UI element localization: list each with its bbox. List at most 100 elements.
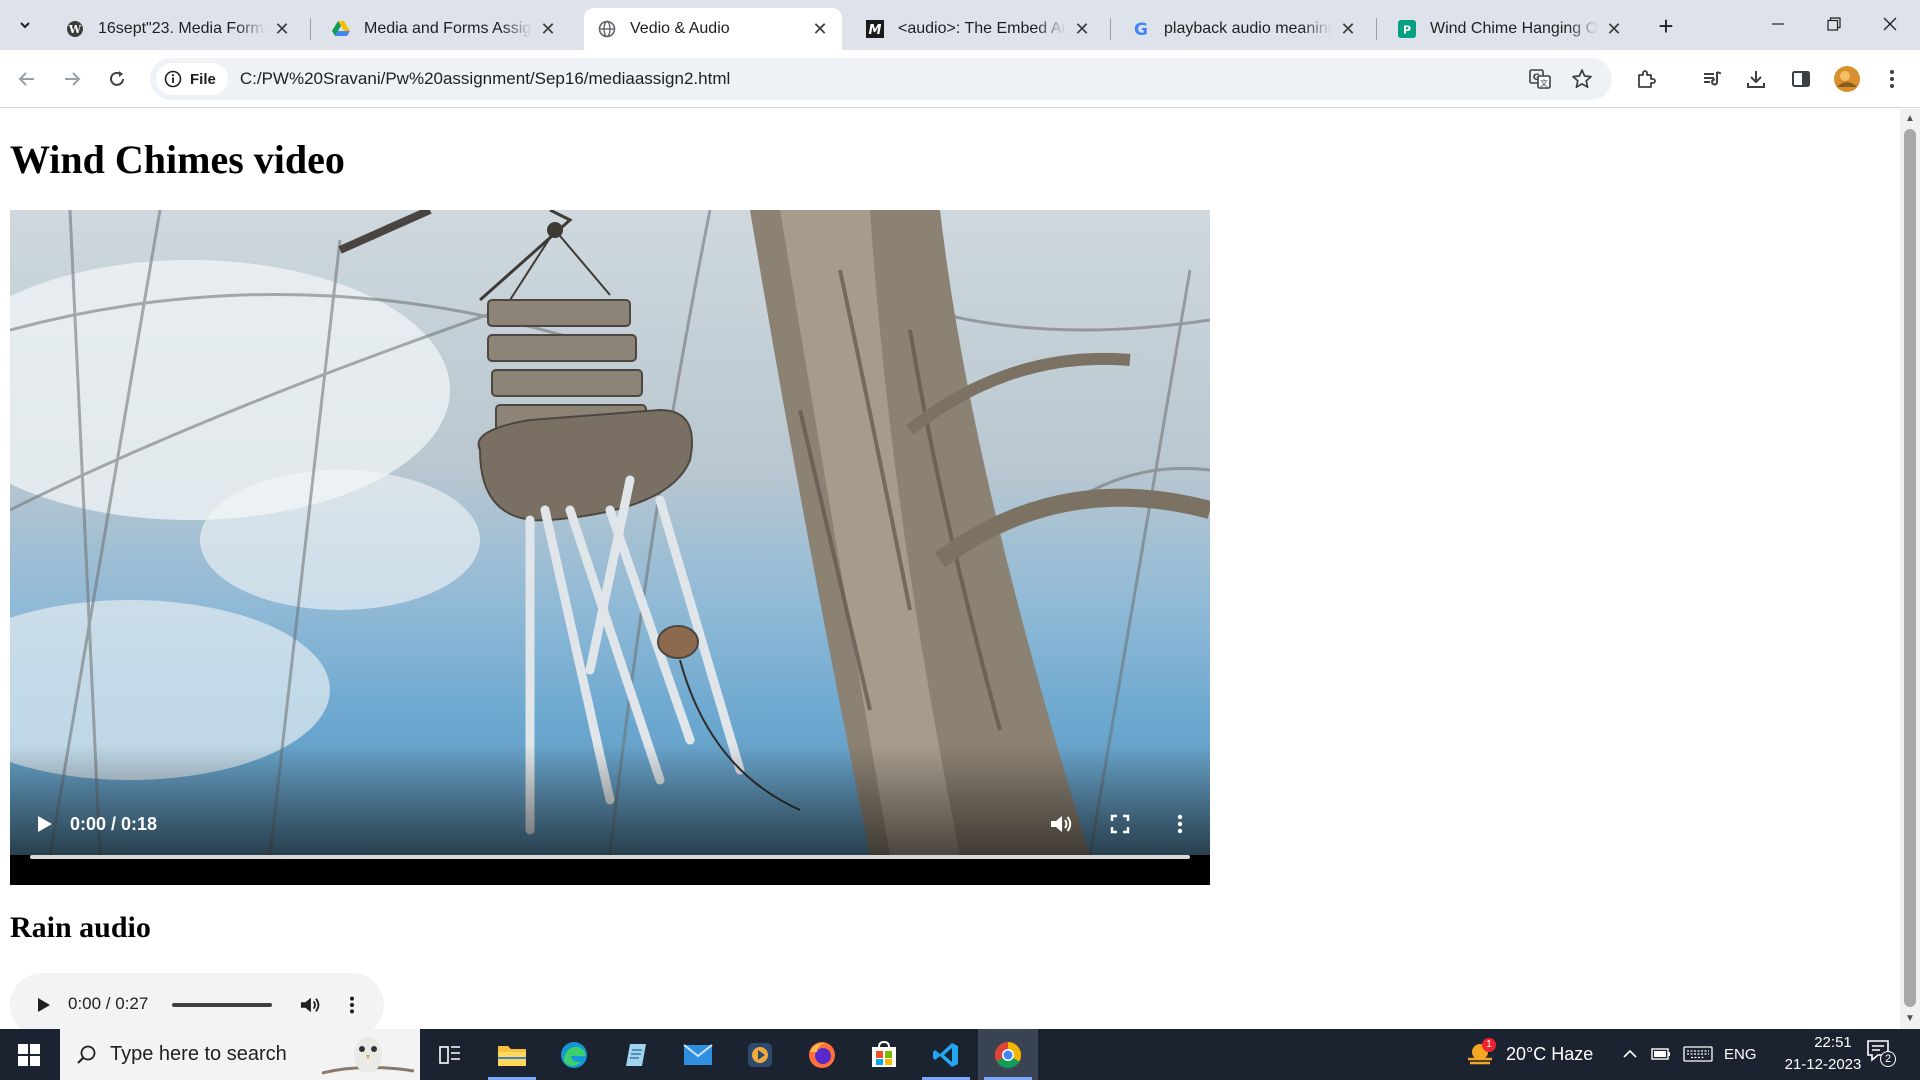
- chrome-app[interactable]: [978, 1029, 1038, 1080]
- close-icon[interactable]: ✕: [1604, 19, 1624, 39]
- owl-illustration-icon: [322, 1037, 414, 1075]
- tab-separator: [1376, 18, 1377, 40]
- mdn-icon: M: [866, 20, 884, 38]
- video-mute-button[interactable]: [1046, 809, 1076, 839]
- vscode-app[interactable]: [916, 1029, 976, 1080]
- tab-media-forms[interactable]: W 16sept"23. Media Forms, M ✕: [52, 8, 304, 50]
- tab-pexels[interactable]: P Wind Chime Hanging On A ✕: [1384, 8, 1636, 50]
- svg-text:M: M: [869, 23, 882, 38]
- forward-button[interactable]: [55, 62, 89, 96]
- task-view-button[interactable]: [420, 1029, 480, 1080]
- back-button[interactable]: [10, 62, 44, 96]
- edge-app[interactable]: [544, 1029, 604, 1080]
- weather-badge: 1: [1482, 1038, 1496, 1052]
- svg-text:G: G: [1134, 20, 1148, 38]
- weather-widget[interactable]: 1 20°C Haze: [1462, 1029, 1602, 1080]
- notepad-app[interactable]: [606, 1029, 666, 1080]
- store-icon: [872, 1040, 896, 1067]
- tab-media-assignment[interactable]: Media and Forms Assignm ✕: [318, 8, 570, 50]
- minimize-button[interactable]: [1750, 0, 1806, 48]
- notification-count: 2: [1880, 1051, 1896, 1067]
- globe-icon: [598, 20, 616, 38]
- video-player[interactable]: 0:00 / 0:18: [10, 210, 1210, 885]
- close-icon[interactable]: ✕: [538, 19, 558, 39]
- notifications-button[interactable]: 2: [1866, 1039, 1902, 1071]
- edge-icon: [561, 1041, 587, 1068]
- task-view-icon: [439, 1045, 460, 1064]
- media-control-icon[interactable]: [1696, 63, 1728, 95]
- side-panel-icon[interactable]: [1785, 63, 1817, 95]
- chevron-up-icon[interactable]: [1622, 1047, 1638, 1061]
- tab-google-search[interactable]: G playback audio meaning - ✕: [1118, 8, 1370, 50]
- reload-button[interactable]: [100, 62, 134, 96]
- download-icon[interactable]: [1740, 63, 1772, 95]
- tab-search-button[interactable]: [10, 8, 40, 42]
- page-content: Wind Chimes video 0:00 / 0:18 Rain audio…: [0, 109, 1900, 1029]
- video-seek-bar[interactable]: [30, 855, 1190, 859]
- google-icon: G: [1132, 20, 1150, 38]
- close-icon[interactable]: ✕: [1338, 19, 1358, 39]
- video-options-button[interactable]: [1165, 809, 1195, 839]
- plus-icon: +: [1658, 10, 1674, 41]
- clock-time[interactable]: 22:51: [1790, 1034, 1876, 1051]
- notepad-icon: [626, 1043, 646, 1066]
- menu-kebab-icon: [350, 996, 354, 1014]
- scrollbar-thumb[interactable]: [1904, 129, 1916, 1007]
- svg-text:P: P: [1403, 24, 1411, 37]
- new-tab-button[interactable]: +: [1650, 10, 1682, 42]
- tab-video-audio[interactable]: Vedio & Audio ✕: [584, 8, 842, 50]
- menu-kebab-icon[interactable]: [1876, 63, 1908, 95]
- play-icon: [38, 816, 52, 832]
- scroll-down-arrow-icon[interactable]: ▼: [1904, 1013, 1916, 1025]
- tab-title: Vedio & Audio: [630, 20, 730, 37]
- clock-date[interactable]: 21-12-2023: [1770, 1056, 1876, 1073]
- video-fullscreen-button[interactable]: [1105, 809, 1135, 839]
- tab-title: <audio>: The Embed Audio: [898, 20, 1066, 37]
- vscode-icon: [933, 1042, 958, 1067]
- language-indicator[interactable]: ENG: [1724, 1046, 1757, 1063]
- audio-heading: Rain audio: [10, 911, 151, 944]
- close-icon[interactable]: ✕: [810, 19, 830, 39]
- audio-options-button[interactable]: [338, 991, 366, 1019]
- tab-title: Wind Chime Hanging On A: [1430, 20, 1598, 37]
- extensions-icon[interactable]: [1630, 63, 1662, 95]
- pexels-icon: P: [1398, 20, 1416, 38]
- microsoft-store-app[interactable]: [854, 1029, 914, 1080]
- media-player-app[interactable]: [730, 1029, 790, 1080]
- chrome-icon: [994, 1041, 1022, 1068]
- windows-taskbar: Type here to search 1 20°C Haze ENG 22:5…: [0, 1029, 1920, 1080]
- mail-app[interactable]: [668, 1029, 728, 1080]
- windows-icon: [18, 1043, 40, 1066]
- video-play-button[interactable]: [32, 811, 58, 837]
- close-icon[interactable]: ✕: [1072, 19, 1092, 39]
- start-button[interactable]: [0, 1029, 58, 1080]
- close-window-button[interactable]: [1862, 0, 1918, 48]
- translate-icon[interactable]: G文: [1526, 65, 1554, 93]
- audio-seek-bar[interactable]: [172, 1003, 272, 1007]
- chevron-down-icon: [20, 22, 30, 29]
- tab-separator: [1110, 18, 1111, 40]
- keyboard-icon[interactable]: [1683, 1046, 1713, 1062]
- restore-button[interactable]: [1806, 0, 1862, 48]
- audio-play-button[interactable]: [32, 993, 56, 1017]
- profile-avatar[interactable]: [1831, 63, 1863, 95]
- volume-icon: [300, 997, 320, 1013]
- scroll-up-arrow-icon[interactable]: ▲: [1904, 113, 1916, 125]
- svg-text:文: 文: [1540, 78, 1548, 88]
- audio-player[interactable]: 0:00 / 0:27: [10, 973, 384, 1029]
- audio-mute-button[interactable]: [296, 991, 324, 1019]
- page-scrollbar[interactable]: ▲ ▼: [1900, 109, 1920, 1029]
- file-explorer-app[interactable]: [482, 1029, 542, 1080]
- tab-mdn-audio[interactable]: M <audio>: The Embed Audio ✕: [852, 8, 1104, 50]
- address-bar[interactable]: File C:/PW%20Sravani/Pw%20assignment/Sep…: [150, 58, 1612, 100]
- taskbar-search-box[interactable]: Type here to search: [60, 1029, 420, 1080]
- site-info-chip[interactable]: File: [156, 63, 228, 95]
- battery-icon[interactable]: [1651, 1047, 1671, 1061]
- firefox-app[interactable]: [792, 1029, 852, 1080]
- search-icon: [77, 1045, 96, 1064]
- folder-icon: [498, 1045, 526, 1066]
- tab-strip: W 16sept"23. Media Forms, M ✕ Media and …: [0, 0, 1920, 50]
- close-icon[interactable]: ✕: [272, 19, 292, 39]
- weather-text: 20°C Haze: [1506, 1044, 1594, 1064]
- bookmark-star-icon[interactable]: [1568, 65, 1596, 93]
